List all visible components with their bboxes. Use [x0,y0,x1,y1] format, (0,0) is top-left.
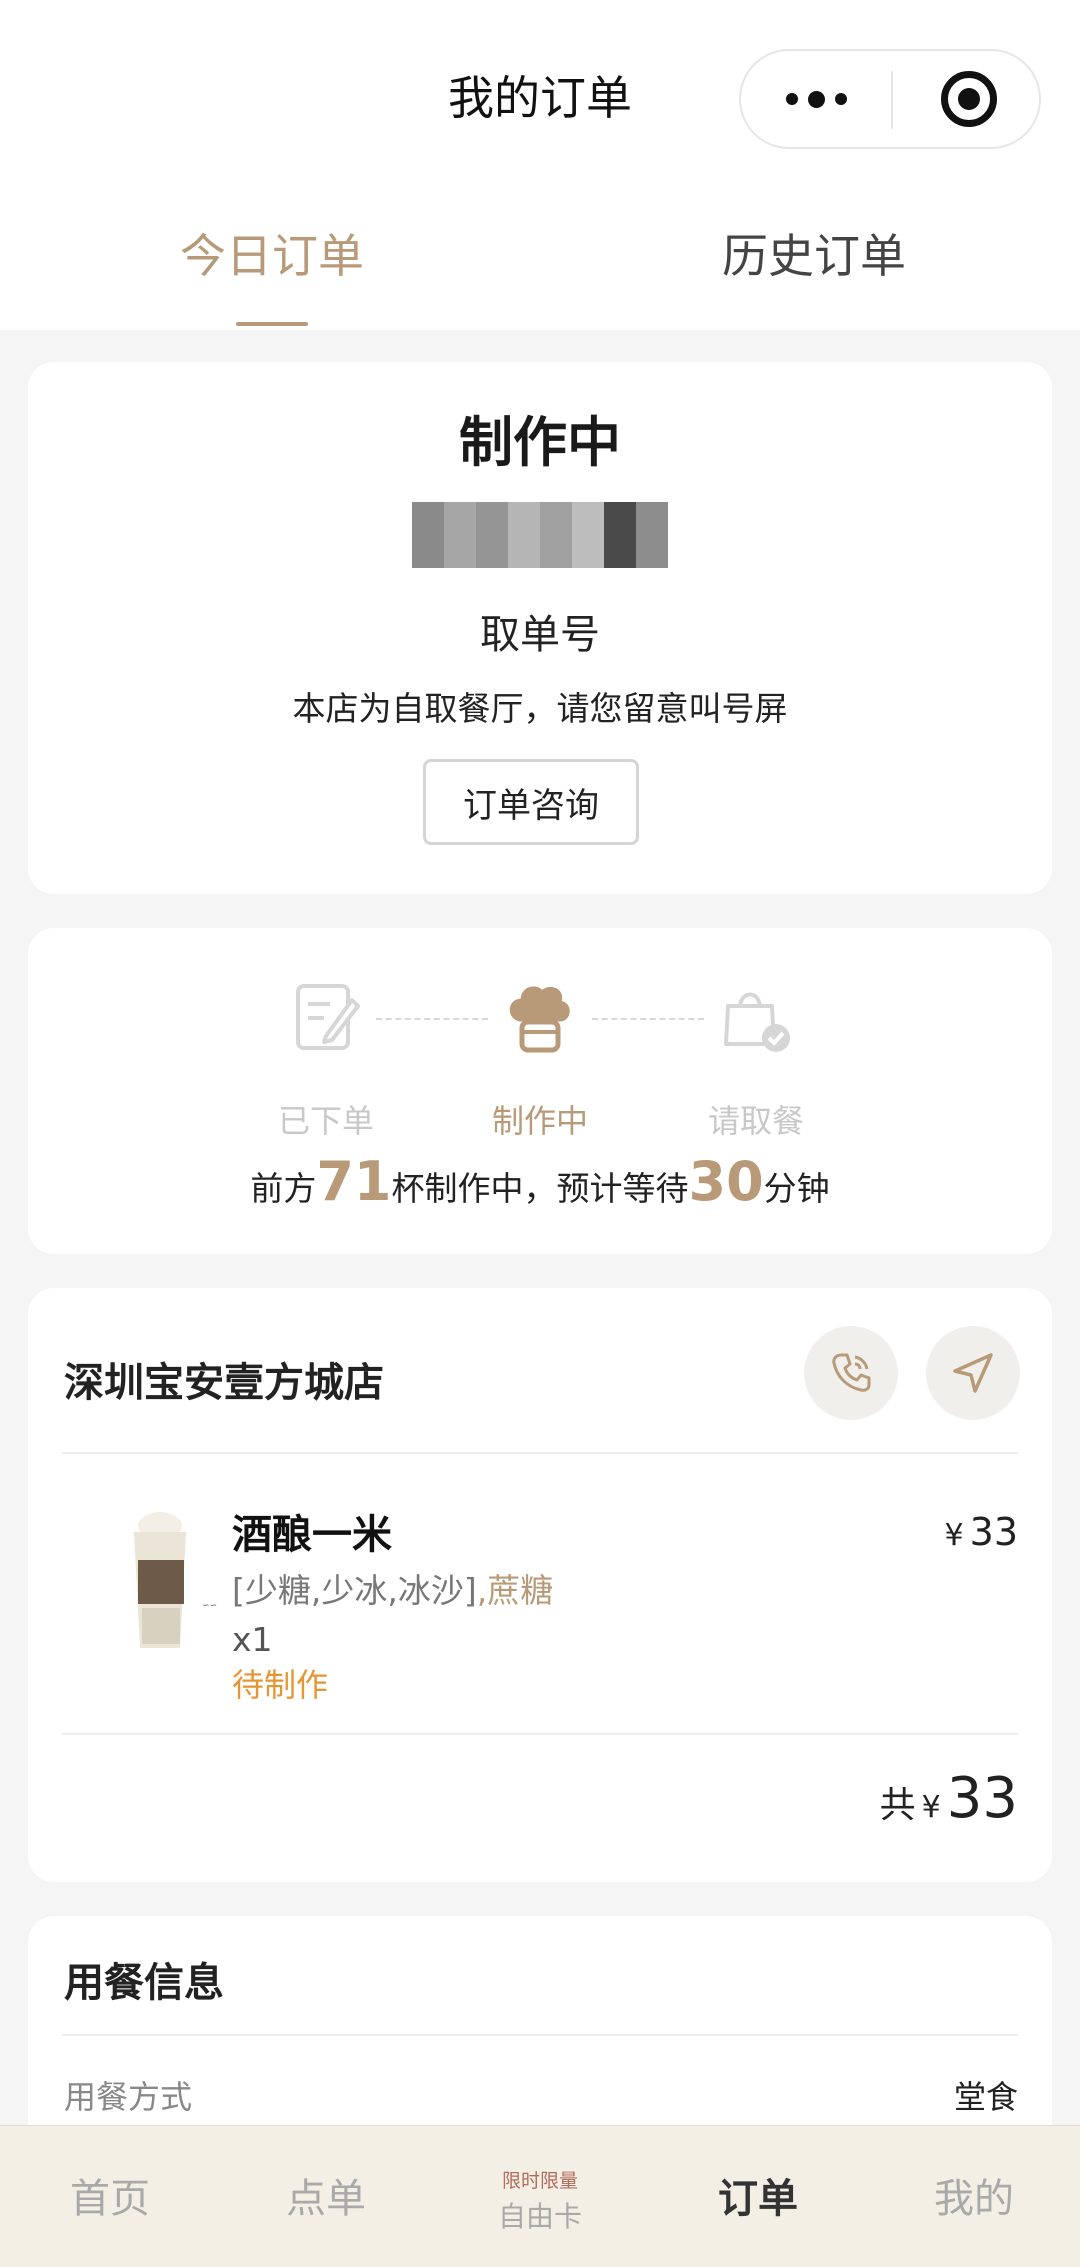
product-options: [少糖,少冰,冰沙],蔗糖 [232,1564,553,1612]
chef-hat-icon [500,978,580,1058]
store-order-card: 深圳宝安壹方城店 ∽∽ 酒酿一米 [少糖,少冰,冰沙],蔗糖 x1 待制作 ¥3… [28,1288,1052,1882]
tabbar-item-mine[interactable]: 我的 [934,2166,1014,2224]
free-card-label: 自由卡 [497,2200,582,2233]
wait-middle-text: 杯制作中，预计等待 [391,1169,689,1208]
divider [62,2034,1018,2036]
product-image: ∽∽ [98,1508,228,1654]
dining-method-label: 用餐方式 [64,2078,193,2116]
divider [62,1733,1018,1735]
divider [62,1452,1018,1454]
total-amount: 33 [946,1766,1018,1831]
step-label: 制作中 [491,1102,588,1140]
pickup-number-redacted [412,502,668,568]
mini-program-capsule [739,49,1041,149]
navigate-to-store-button[interactable] [926,1326,1020,1420]
tab-today-orders[interactable]: 今日订单 [180,220,364,286]
close-target-icon[interactable] [941,71,997,127]
navigation-arrow-icon [953,1353,993,1393]
tab-history-orders[interactable]: 历史订单 [722,220,906,286]
call-store-button[interactable] [804,1326,898,1420]
pickup-bag-icon [716,978,796,1058]
header: 我的订单 今日订单 历史订单 [0,0,1080,330]
product-spec-sugar: ,蔗糖 [476,1571,554,1610]
step-order-placed: 已下单 [251,978,401,1142]
currency-symbol: ¥ [944,1518,964,1553]
phone-icon [832,1353,871,1392]
dining-info-card: 用餐信息 用餐方式 堂食 [28,1916,1052,2156]
wait-minutes: 30 [688,1150,764,1213]
order-placed-icon [286,978,366,1058]
self-pickup-notice: 本店为自取餐厅，请您留意叫号屏 [292,689,788,728]
wait-prefix: 前方 [250,1169,317,1208]
total-label: 共 [879,1785,916,1826]
step-label: 已下单 [277,1102,374,1140]
step-label: 请取餐 [707,1102,804,1140]
product-price: ¥33 [945,1510,1018,1554]
tabbar-item-free-card[interactable]: 限时限量 自由卡 [490,2166,590,2235]
more-icon[interactable] [741,51,891,147]
wait-suffix: 分钟 [763,1169,830,1208]
pickup-number-label: 取单号 [480,612,600,658]
product-quantity: x1 [232,1620,273,1659]
product-status: 待制作 [232,1666,329,1704]
tabbar-item-menu[interactable]: 点单 [286,2166,366,2224]
limited-tag: 限时限量 [501,2170,578,2192]
order-progress-card: 已下单 制作中 请取餐 前方71杯制作中，预计等待30分钟 [28,928,1052,1254]
dining-info-title: 用餐信息 [64,1960,224,2006]
product-name: 酒酿一米 [232,1512,392,1558]
cups-ahead-count: 71 [316,1150,392,1213]
order-status-card: 制作中 取单号 本店为自取餐厅，请您留意叫号屏 订单咨询 [28,362,1052,894]
dining-method-value: 堂食 [953,2078,1018,2116]
bottom-tab-bar: 首页 点单 限时限量 自由卡 订单 我的 [0,2125,1080,2267]
order-consult-button[interactable]: 订单咨询 [423,759,639,845]
product-spec: [少糖,少冰,冰沙] [232,1571,477,1610]
wait-estimate: 前方71杯制作中，预计等待30分钟 [28,1150,1052,1213]
svg-text:∽∽: ∽∽ [202,1601,217,1611]
order-status-title: 制作中 [459,411,621,474]
capsule-divider [891,71,893,129]
tabbar-item-orders[interactable]: 订单 [718,2166,798,2224]
price-value: 33 [969,1510,1018,1554]
step-pickup: 请取餐 [681,978,831,1142]
step-making: 制作中 [465,978,615,1142]
tabbar-item-home[interactable]: 首页 [70,2166,150,2224]
store-name: 深圳宝安壹方城店 [64,1360,384,1406]
order-total: 共 ¥33 [880,1766,1018,1831]
currency-symbol: ¥ [921,1790,941,1825]
active-tab-indicator [236,322,308,326]
